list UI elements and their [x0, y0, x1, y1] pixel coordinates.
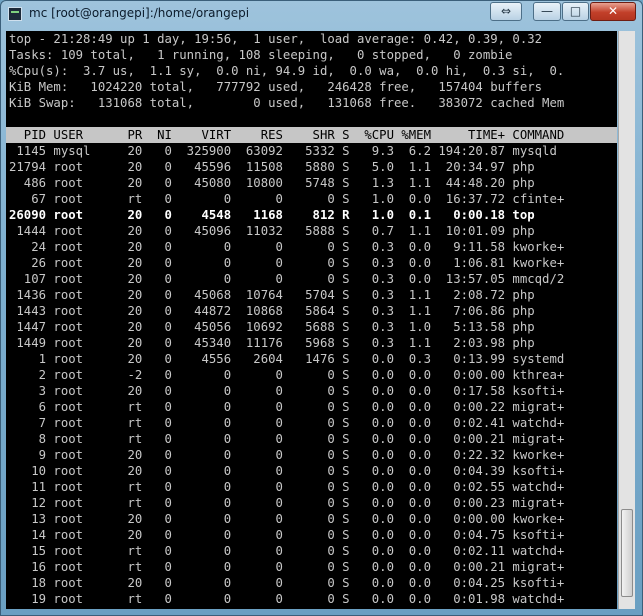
table-row: 26090 root 20 0 4548 1168 812 R 1.0 0.1 …: [9, 208, 535, 222]
summary-line-cpu: %Cpu(s): 3.7 us, 1.1 sy, 0.0 ni, 94.9 id…: [9, 64, 565, 78]
resize-button[interactable]: ⇔: [490, 2, 522, 21]
close-button[interactable]: ✕: [590, 2, 636, 21]
table-row: 10 root 20 0 0 0 0 S 0.0 0.0 0:04.39 kso…: [9, 464, 565, 478]
vertical-scrollbar[interactable]: [618, 31, 635, 609]
table-row: 12 root rt 0 0 0 0 S 0.0 0.0 0:00.23 mig…: [9, 496, 565, 510]
table-row: 18 root 20 0 0 0 0 S 0.0 0.0 0:04.25 kso…: [9, 576, 565, 590]
table-row: 26 root 20 0 0 0 0 S 0.3 0.0 1:06.81 kwo…: [9, 256, 565, 270]
table-row: 14 root 20 0 0 0 0 S 0.0 0.0 0:04.75 kso…: [9, 528, 565, 542]
table-row: 11 root rt 0 0 0 0 S 0.0 0.0 0:02.55 wat…: [9, 480, 565, 494]
table-row: 8 root rt 0 0 0 0 S 0.0 0.0 0:00.21 migr…: [9, 432, 565, 446]
table-row: 486 root 20 0 45080 10800 5748 S 1.3 1.1…: [9, 176, 535, 190]
scrollbar-thumb[interactable]: [621, 509, 633, 597]
table-row: 1145 mysql 20 0 325900 63092 5332 S 9.3 …: [9, 144, 557, 158]
table-row: 2 root -2 0 0 0 0 S 0.0 0.0 0:00.00 kthr…: [9, 368, 565, 382]
table-row: 67 root rt 0 0 0 0 S 1.0 0.0 16:37.72 cf…: [9, 192, 565, 206]
summary-line-mem: KiB Mem: 1024220 total, 777792 used, 246…: [9, 80, 543, 94]
column-headers: PID USER PR NI VIRT RES SHR S %CPU %MEM …: [9, 128, 565, 142]
table-row: 3 root 20 0 0 0 0 S 0.0 0.0 0:17.58 ksof…: [9, 384, 565, 398]
table-row: 9 root 20 0 0 0 0 S 0.0 0.0 0:22.32 kwor…: [9, 448, 565, 462]
table-row: 19 root rt 0 0 0 0 S 0.0 0.0 0:01.98 wat…: [9, 592, 565, 606]
table-row: 1447 root 20 0 45056 10692 5688 S 0.3 1.…: [9, 320, 535, 334]
process-table-header: PID USER PR NI VIRT RES SHR S %CPU %MEM …: [6, 127, 617, 143]
table-row: 1449 root 20 0 45340 11176 5968 S 0.3 1.…: [9, 336, 535, 350]
table-row: 107 root 20 0 0 0 0 S 0.3 0.0 13:57.05 m…: [9, 272, 565, 286]
summary-line-swap: KiB Swap: 131068 total, 0 used, 131068 f…: [9, 96, 565, 110]
table-row: 15 root rt 0 0 0 0 S 0.0 0.0 0:02.11 wat…: [9, 544, 565, 558]
table-row: 6 root rt 0 0 0 0 S 0.0 0.0 0:00.22 migr…: [9, 400, 565, 414]
table-row: 1436 root 20 0 45068 10764 5704 S 0.3 1.…: [9, 288, 535, 302]
terminal-output[interactable]: top - 21:28:49 up 1 day, 19:56, 1 user, …: [6, 31, 617, 609]
table-row: 1444 root 20 0 45096 11032 5888 S 0.7 1.…: [9, 224, 535, 238]
summary-line-uptime: top - 21:28:49 up 1 day, 19:56, 1 user, …: [9, 32, 543, 46]
terminal-window: mc [root@orangepi]:/home/orangepi ⇔ — □ …: [0, 0, 643, 616]
table-row: 1443 root 20 0 44872 10868 5864 S 0.3 1.…: [9, 304, 535, 318]
title-bar[interactable]: mc [root@orangepi]:/home/orangepi ⇔ — □ …: [1, 1, 642, 27]
table-row: 1 root 20 0 4556 2604 1476 S 0.0 0.3 0:1…: [9, 352, 565, 366]
summary-line-tasks: Tasks: 109 total, 1 running, 108 sleepin…: [9, 48, 513, 62]
minimize-button[interactable]: —: [533, 2, 561, 21]
terminal-app-icon[interactable]: [8, 7, 22, 21]
table-row: 13 root 20 0 0 0 0 S 0.0 0.0 0:00.00 kwo…: [9, 512, 565, 526]
table-row: 21794 root 20 0 45596 11508 5880 S 5.0 1…: [9, 160, 535, 174]
maximize-button[interactable]: □: [562, 2, 589, 21]
table-row: 24 root 20 0 0 0 0 S 0.3 0.0 9:11.58 kwo…: [9, 240, 565, 254]
window-title: mc [root@orangepi]:/home/orangepi: [29, 6, 250, 20]
table-row: 16 root rt 0 0 0 0 S 0.0 0.0 0:00.21 mig…: [9, 560, 565, 574]
table-row: 7 root rt 0 0 0 0 S 0.0 0.0 0:02.41 watc…: [9, 416, 565, 430]
